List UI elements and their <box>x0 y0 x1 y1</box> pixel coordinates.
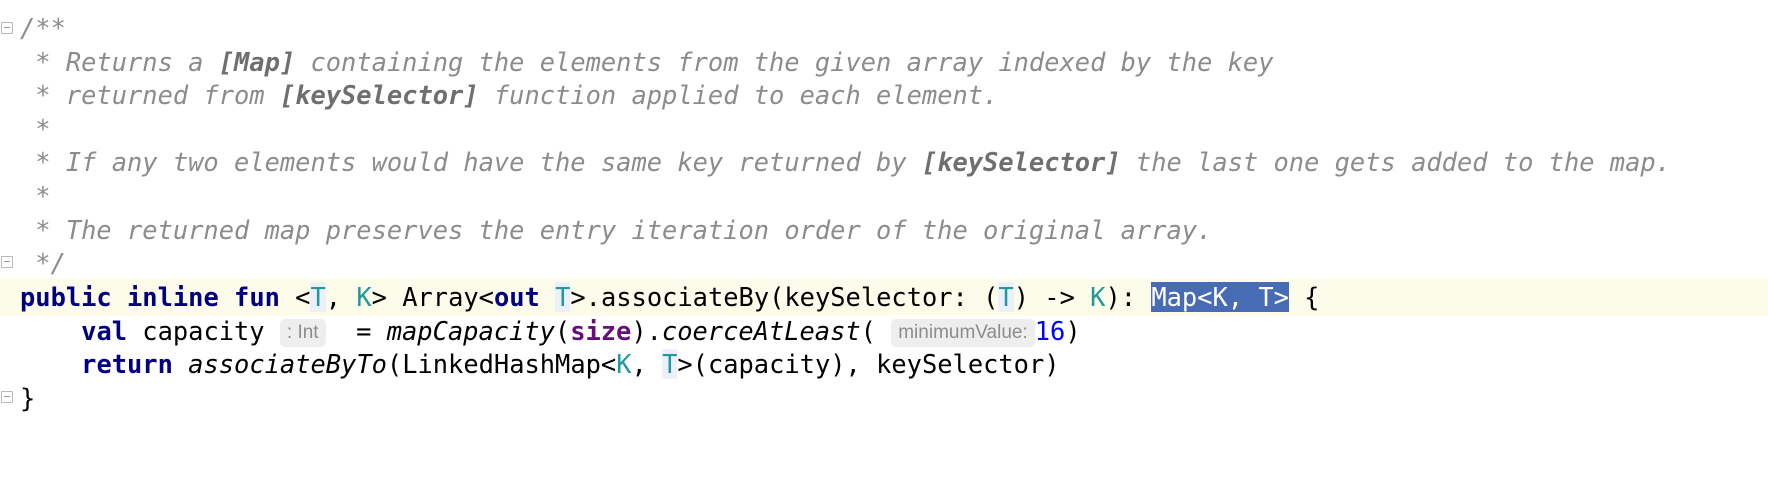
code-token: ) <box>1065 316 1081 346</box>
comment-text: * returned from <box>20 80 280 110</box>
comment-text: * Returns a <box>20 47 219 77</box>
kdoc-link[interactable]: [keySelector] <box>280 80 479 110</box>
code-line-5[interactable]: * If any two elements would have the sam… <box>0 143 1768 181</box>
keyword: inline <box>127 282 219 312</box>
code-token: ) -> <box>1013 282 1091 312</box>
code-line-1[interactable]: /** <box>0 9 1768 47</box>
function-call[interactable]: associateByTo <box>188 349 387 379</box>
comment-text: function applied to each element. <box>478 80 999 110</box>
code-line-9-current[interactable]: public inline fun <T, K> Array<out T>.as… <box>0 278 1768 316</box>
type-parameter[interactable]: T <box>555 282 571 312</box>
property-reference[interactable]: size <box>570 316 631 346</box>
code-token: > Array< <box>371 282 494 312</box>
function-call[interactable]: mapCapacity <box>387 316 555 346</box>
code-token: < <box>279 282 311 312</box>
keyword: public <box>20 282 112 312</box>
keyword: val <box>81 316 128 346</box>
code-line-12[interactable]: } <box>0 379 1768 417</box>
parameter-inlay-hint: minimumValue: <box>891 319 1035 347</box>
comment-text: the last one gets added to the map. <box>1120 147 1671 177</box>
code-token: { <box>1288 282 1320 312</box>
kdoc-link[interactable]: [keySelector] <box>922 147 1121 177</box>
comment-text: */ <box>20 248 66 278</box>
type-parameter[interactable]: T <box>310 282 326 312</box>
variable-name: capacity <box>127 316 280 346</box>
code-token: ): <box>1105 282 1152 312</box>
code-line-6[interactable]: * <box>0 177 1768 215</box>
code-token: ( <box>554 316 571 346</box>
function-call[interactable]: coerceAtLeast <box>662 316 861 346</box>
code-token: , <box>325 282 357 312</box>
code-token: = <box>325 316 387 346</box>
type-parameter[interactable]: K <box>1090 282 1105 312</box>
code-token: , <box>631 349 663 379</box>
type-inlay-hint: : Int <box>279 319 326 347</box>
code-line-3[interactable]: * returned from [keySelector] function a… <box>0 76 1768 114</box>
keyword: fun <box>234 282 280 312</box>
keyword: return <box>81 349 173 379</box>
comment-text: * <box>20 181 51 211</box>
closing-brace: } <box>20 383 36 413</box>
keyword: out <box>493 282 540 312</box>
code-line-11[interactable]: return associateByTo(LinkedHashMap<K, T>… <box>0 345 1768 383</box>
code-token: (LinkedHashMap< <box>386 349 617 379</box>
comment-text: * <box>20 114 51 144</box>
number-literal: 16 <box>1034 316 1066 346</box>
comment-text: containing the elements from the given a… <box>295 47 1274 77</box>
code-token: ( <box>860 316 892 346</box>
comment-text: * If any two elements would have the sam… <box>20 147 922 177</box>
code-token: >.associateBy(keySelector: ( <box>570 282 999 312</box>
type-parameter[interactable]: T <box>998 282 1014 312</box>
code-token: >(capacity), keySelector) <box>677 349 1060 379</box>
code-token: ). <box>631 316 662 346</box>
code-editor[interactable]: /** * Returns a [Map] containing the ele… <box>0 0 1768 482</box>
kdoc-link[interactable]: [Map] <box>219 47 295 77</box>
comment-text: /** <box>20 13 66 43</box>
code-line-8[interactable]: */ <box>0 244 1768 282</box>
type-parameter[interactable]: K <box>616 349 631 379</box>
type-parameter[interactable]: K <box>356 282 371 312</box>
type-parameter[interactable]: T <box>662 349 678 379</box>
selected-text[interactable]: Map<K, T> <box>1151 282 1289 312</box>
comment-text: * The returned map preserves the entry i… <box>20 215 1213 245</box>
